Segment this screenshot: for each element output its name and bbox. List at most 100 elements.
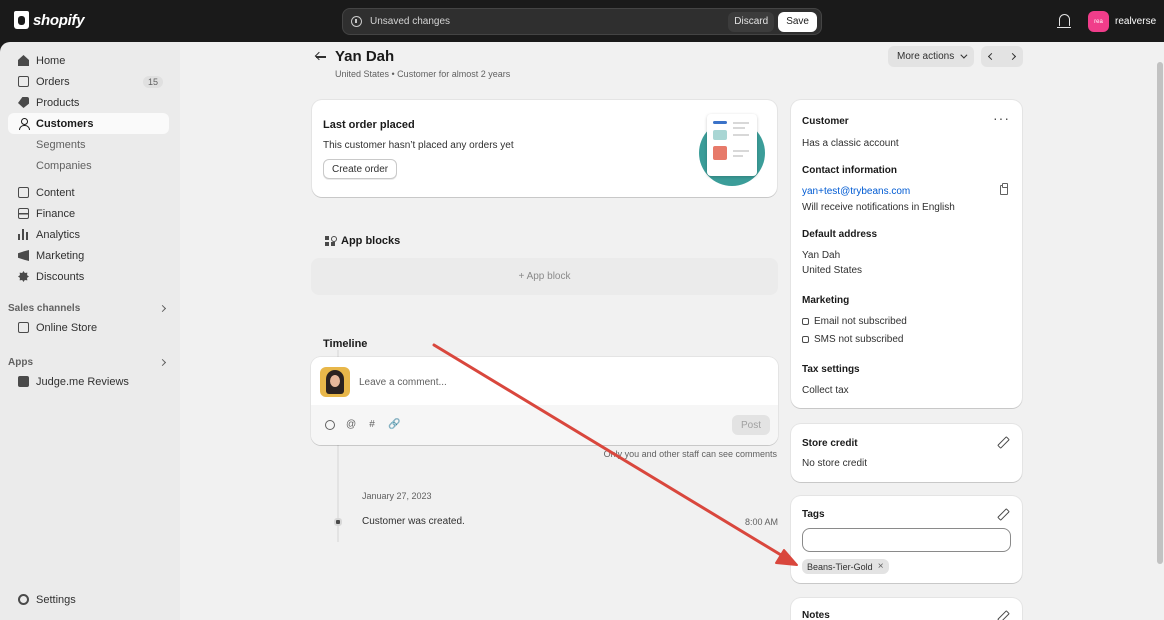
sidebar-item-label: Discounts (36, 270, 85, 283)
remove-tag-icon[interactable]: × (878, 561, 884, 572)
more-actions-label: More actions (897, 51, 955, 62)
sidebar-item-customers[interactable]: Customers (8, 113, 169, 134)
comment-input[interactable]: Leave a comment... (359, 377, 447, 388)
sidebar-item-online-store[interactable]: Online Store (8, 317, 169, 338)
apps-heading[interactable]: Apps (8, 354, 169, 370)
contact-heading: Contact information (802, 165, 897, 176)
sidebar-item-orders[interactable]: Orders 15 (8, 71, 169, 92)
more-actions-button[interactable]: More actions (888, 46, 975, 67)
sidebar-item-segments[interactable]: Segments (8, 134, 169, 155)
sidebar-item-analytics[interactable]: Analytics (8, 224, 169, 245)
store-name: realverse (1115, 16, 1157, 27)
sidebar-item-label: Marketing (36, 249, 85, 262)
app-blocks-heading: App blocks (325, 235, 400, 247)
sidebar-item-label: Settings (36, 593, 76, 606)
tax-heading: Tax settings (802, 364, 860, 375)
sms-marketing-status: SMS not subscribed (802, 334, 904, 345)
status-checkbox-icon (802, 318, 809, 325)
next-button[interactable] (1002, 46, 1023, 67)
sales-channels-label: Sales channels (8, 302, 81, 314)
gear-icon (18, 594, 29, 605)
record-pager (981, 46, 1023, 67)
last-order-heading: Last order placed (323, 119, 415, 131)
edit-pencil-icon[interactable] (998, 509, 1008, 519)
sidebar-item-discounts[interactable]: Discounts (8, 266, 169, 287)
sms-status-label: SMS not subscribed (814, 334, 904, 345)
copy-icon[interactable] (1000, 183, 1008, 195)
save-button[interactable]: Save (778, 11, 817, 32)
link-icon[interactable]: 🔗 (388, 420, 400, 430)
timeline-event: Customer was created. (362, 516, 465, 527)
add-app-block-button[interactable]: + App block (311, 258, 778, 295)
info-icon (351, 16, 362, 27)
chevron-right-icon (158, 358, 167, 366)
tags-heading: Tags (802, 509, 825, 520)
sales-channels-heading[interactable]: Sales channels (8, 300, 169, 316)
person-icon (18, 118, 30, 130)
logo-text: shopify (33, 11, 85, 29)
discard-button[interactable]: Discard (728, 11, 775, 32)
marketing-heading: Marketing (802, 295, 850, 306)
judgeme-app-icon (18, 376, 29, 387)
customer-email-link[interactable]: yan+test@trybeans.com (802, 186, 910, 197)
edit-pencil-icon[interactable] (998, 437, 1008, 447)
chevron-down-icon (960, 51, 968, 59)
tag-chip: Beans-Tier-Gold × (802, 559, 889, 574)
marketing-icon (18, 250, 29, 261)
shopify-logo[interactable]: shopify (14, 11, 85, 29)
store-credit-heading: Store credit (802, 438, 858, 449)
discount-icon (18, 271, 29, 282)
last-order-text: This customer hasn’t placed any orders y… (323, 140, 514, 151)
app-blocks-icon (325, 236, 337, 246)
sidebar-item-finance[interactable]: Finance (8, 203, 169, 224)
bell-icon[interactable] (1057, 14, 1071, 28)
timeline-heading: Timeline (323, 338, 368, 350)
status-checkbox-icon (802, 336, 809, 343)
chevron-right-icon (158, 304, 167, 312)
sidebar-item-products[interactable]: Products (8, 92, 169, 113)
sidebar-item-settings[interactable]: Settings (8, 589, 169, 610)
sidebar-item-judgeme[interactable]: Judge.me Reviews (8, 371, 169, 392)
tax-value: Collect tax (802, 385, 849, 396)
unsaved-changes-bar: Unsaved changes Discard Save (342, 8, 822, 35)
notification-language: Will receive notifications in English (802, 202, 955, 213)
mention-icon[interactable]: @ (346, 420, 356, 430)
edit-pencil-icon[interactable] (998, 611, 1008, 620)
address-heading: Default address (802, 229, 878, 240)
orders-icon (18, 76, 29, 87)
scrollbar-thumb[interactable] (1157, 62, 1163, 564)
home-icon (18, 55, 29, 66)
store-menu[interactable]: rea realverse (1088, 11, 1156, 32)
previous-button[interactable] (981, 46, 1002, 67)
sidebar-item-companies[interactable]: Companies (8, 155, 169, 176)
create-order-button[interactable]: Create order (323, 159, 398, 179)
sidebar-item-home[interactable]: Home (8, 50, 169, 71)
post-button[interactable]: Post (732, 415, 771, 435)
content-icon (18, 187, 29, 198)
sidebar: Home Orders 15 Products Customers Segment… (0, 42, 180, 620)
scrollbar[interactable] (1156, 42, 1164, 620)
tags-input[interactable] (802, 528, 1011, 552)
more-options-icon[interactable]: ··· (993, 111, 1010, 125)
sidebar-item-marketing[interactable]: Marketing (8, 245, 169, 266)
shopify-bag-icon (14, 11, 29, 29)
page-subtitle: United States • Customer for almost 2 ye… (335, 69, 511, 79)
store-icon (18, 322, 29, 333)
sidebar-item-label: Orders (36, 75, 70, 88)
orders-count-badge: 15 (142, 75, 163, 88)
emoji-icon[interactable] (325, 420, 335, 430)
apps-label: Apps (8, 356, 33, 368)
notes-heading: Notes (802, 610, 830, 620)
last-order-card: Last order placed This customer hasn’t p… (312, 100, 777, 197)
hashtag-icon[interactable]: # (367, 420, 377, 430)
sidebar-item-label: Products (36, 96, 80, 109)
back-arrow-icon[interactable] (315, 51, 327, 63)
store-credit-value: No store credit (802, 458, 868, 469)
chevron-left-icon (987, 52, 996, 61)
sidebar-item-content[interactable]: Content (8, 182, 169, 203)
sidebar-item-label: Finance (36, 207, 76, 220)
chevron-right-icon (1008, 52, 1017, 61)
app-blocks-label: App blocks (341, 235, 401, 247)
sidebar-item-label: Online Store (36, 321, 98, 334)
sidebar-item-label: Segments (36, 138, 86, 151)
